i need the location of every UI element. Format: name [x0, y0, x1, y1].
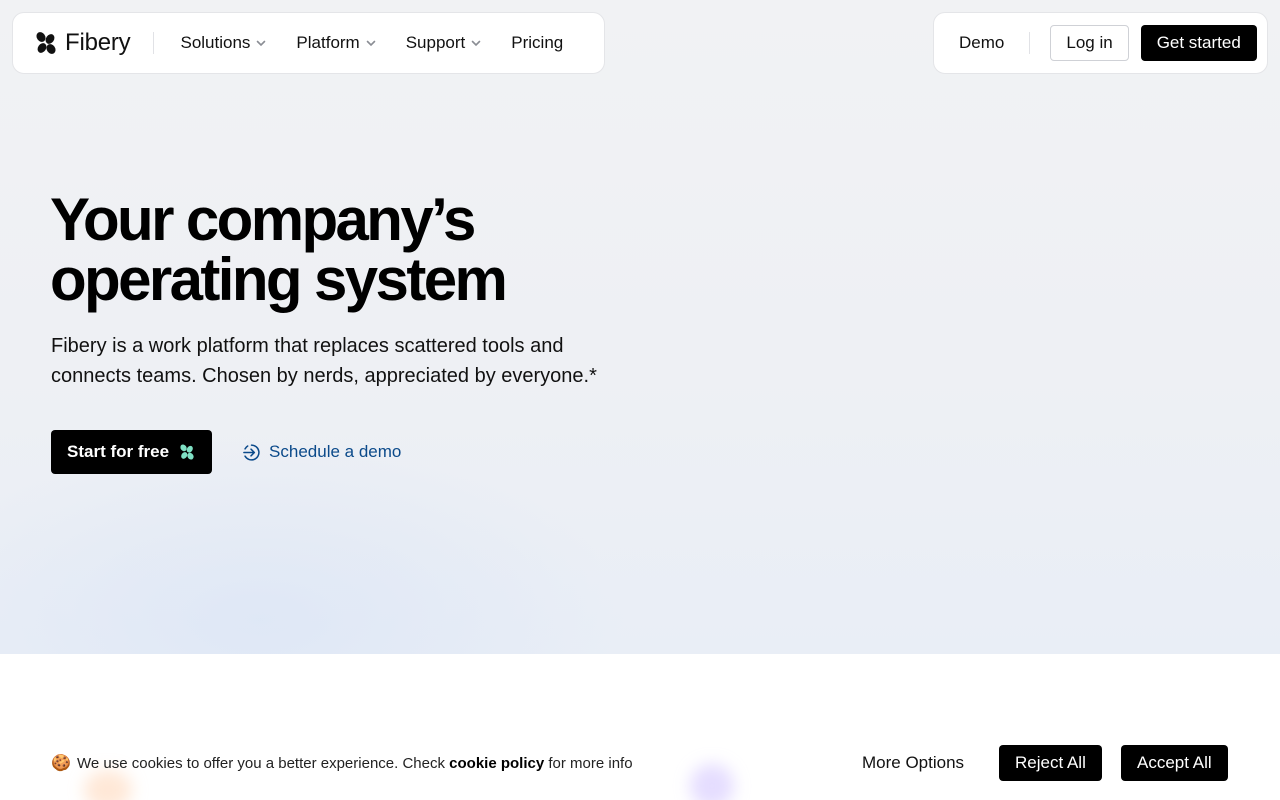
- nav-item-label: Pricing: [511, 33, 564, 52]
- cookie-banner: 🍪 We use cookies to offer you a better e…: [0, 726, 1280, 800]
- nav-item-pricing[interactable]: Pricing: [511, 33, 563, 53]
- hero-cta-row: Start for free Schedule a demo: [51, 430, 401, 474]
- chevron-down-icon: [471, 40, 481, 47]
- schedule-demo-label: Schedule a demo: [269, 442, 402, 461]
- hero-background: [0, 0, 1280, 654]
- main-nav: Fibery Solutions Platform Support Pricin…: [12, 12, 605, 74]
- get-started-button[interactable]: Get started: [1140, 25, 1257, 61]
- nav-item-label: Platform: [296, 33, 360, 52]
- headline-line: Your company’s: [50, 186, 476, 253]
- cookie-icon: 🍪: [51, 755, 71, 772]
- hero-subtitle: Fibery is a work platform that replaces …: [51, 331, 651, 391]
- arrow-into-circle-icon: [243, 443, 260, 461]
- subtitle-line: Fibery is a work platform that replaces …: [51, 335, 564, 357]
- fibery-logo-icon: [36, 32, 56, 54]
- login-button[interactable]: Log in: [1050, 25, 1129, 61]
- chevron-down-icon: [366, 40, 376, 47]
- auth-nav: Demo Log in Get started: [933, 12, 1268, 74]
- headline-line: operating system: [50, 246, 508, 313]
- fibery-mint-icon: [180, 444, 194, 460]
- cookie-text-before: We use cookies to offer you a better exp…: [77, 754, 450, 772]
- hero-headline: Your company’s operating system: [50, 190, 690, 310]
- cookie-text-after: for more info: [544, 754, 633, 772]
- cookie-message: We use cookies to offer you a better exp…: [77, 755, 633, 772]
- schedule-demo-link[interactable]: Schedule a demo: [242, 442, 401, 462]
- logo[interactable]: Fibery: [33, 29, 131, 57]
- nav-item-support[interactable]: Support: [406, 33, 482, 53]
- nav-item-label: Support: [405, 33, 466, 52]
- accept-all-button[interactable]: Accept All: [1121, 745, 1228, 781]
- nav-divider: [1029, 32, 1031, 54]
- demo-link[interactable]: Demo: [959, 33, 1004, 53]
- start-button-label: Start for free: [67, 442, 170, 461]
- nav-item-solutions[interactable]: Solutions: [180, 33, 266, 53]
- reject-all-button[interactable]: Reject All: [999, 745, 1102, 781]
- nav-item-platform[interactable]: Platform: [296, 33, 376, 53]
- subtitle-line: connects teams. Chosen by nerds, appreci…: [51, 365, 597, 387]
- start-for-free-button[interactable]: Start for free: [51, 430, 213, 474]
- logo-text: Fibery: [65, 29, 131, 56]
- nav-divider: [153, 32, 155, 54]
- chevron-down-icon: [257, 40, 266, 47]
- cookie-policy-link[interactable]: cookie policy: [449, 755, 544, 772]
- more-options-button[interactable]: More Options: [862, 753, 964, 773]
- nav-item-label: Solutions: [180, 33, 251, 52]
